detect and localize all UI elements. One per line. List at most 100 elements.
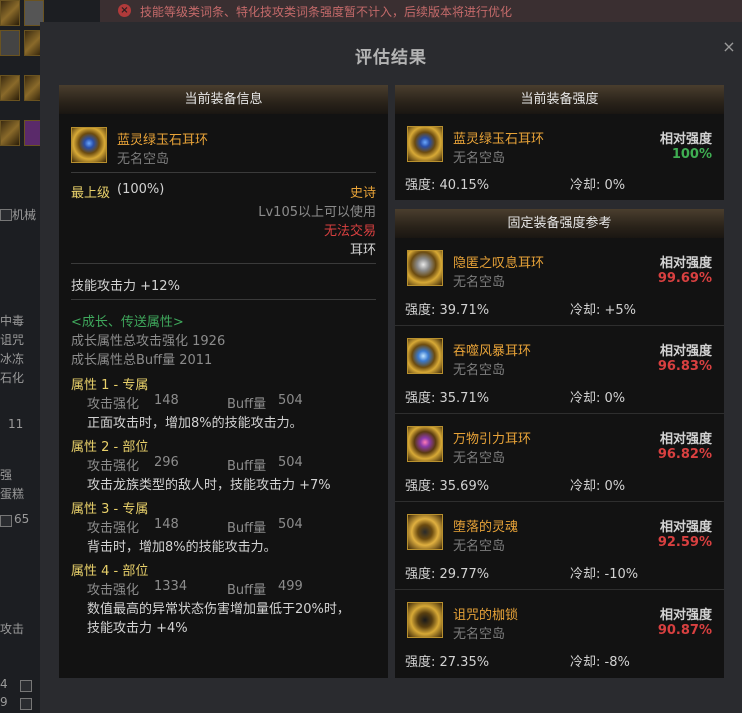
item-name: 隐匿之叹息耳环 xyxy=(453,256,545,271)
strength-value: 强度: 40.15% xyxy=(405,178,490,193)
item-source: 无名空岛 xyxy=(453,275,506,290)
grade-percent: (100%) xyxy=(117,182,165,197)
item-name: 吞噬风暴耳环 xyxy=(453,344,532,359)
relative-label: 相对强度 xyxy=(659,608,712,623)
evaluation-dialog: 评估结果 × 当前装备信息 蓝灵绿玉石耳环 无名空岛 最上级 (100%) 史诗… xyxy=(40,22,742,713)
filter-checkbox[interactable] xyxy=(0,209,12,221)
sigh-earring-icon xyxy=(407,250,443,286)
equip-slot-icon xyxy=(0,30,20,56)
reference-item: 隐匿之叹息耳环 无名空岛 相对强度 99.69% 强度: 39.71% 冷却: … xyxy=(395,238,724,326)
cooldown-value: 冷却: +5% xyxy=(570,303,637,318)
filter-checkbox[interactable] xyxy=(0,515,12,527)
grade-label: 最上级 xyxy=(71,186,111,201)
item-name: 蓝灵绿玉石耳环 xyxy=(117,133,209,148)
bg-label: 中毒 xyxy=(0,314,25,328)
equip-slot-icon xyxy=(0,75,20,101)
attribute-desc: 技能攻击力 +4% xyxy=(87,621,188,636)
current-strength-panel: 当前装备强度 蓝灵绿玉石耳环 无名空岛 相对强度 100% 强度: 40.15%… xyxy=(395,85,724,200)
item-source: 无名空岛 xyxy=(453,539,506,554)
attribute-atk-label: 攻击强化 xyxy=(87,521,140,536)
panel-header: 当前装备信息 xyxy=(59,85,388,114)
filter-checkbox[interactable] xyxy=(20,698,32,710)
growth-title: <成长、传送属性> xyxy=(71,315,184,330)
reference-panel: 固定装备强度参考 隐匿之叹息耳环 无名空岛 相对强度 99.69% 强度: 39… xyxy=(395,209,724,678)
cooldown-value: 冷却: 0% xyxy=(570,178,626,193)
relative-label: 相对强度 xyxy=(659,344,712,359)
relative-value: 92.59% xyxy=(657,535,712,550)
item-name: 堕落的灵魂 xyxy=(453,520,519,535)
bg-label: 9 xyxy=(0,695,8,709)
item-source: 无名空岛 xyxy=(453,151,506,166)
growth-attack: 成长属性总攻击强化 1926 xyxy=(71,334,226,349)
item-name: 蓝灵绿玉石耳环 xyxy=(453,132,545,147)
item-source: 无名空岛 xyxy=(453,451,506,466)
attribute-title: 属性 2 - 部位 xyxy=(71,440,149,455)
attribute-buff-label: Buff量 xyxy=(227,583,267,598)
cooldown-value: 冷却: -8% xyxy=(570,655,630,670)
attribute-atk-value: 148 xyxy=(154,393,179,408)
attribute-title: 属性 1 - 专属 xyxy=(71,378,149,393)
relative-value: 96.82% xyxy=(657,447,712,462)
reference-item: 万物引力耳环 无名空岛 相对强度 96.82% 强度: 35.69% 冷却: 0… xyxy=(395,414,724,502)
fallen-soul-icon xyxy=(407,514,443,550)
bg-label: 65 xyxy=(14,512,30,526)
attribute-buff-label: Buff量 xyxy=(227,459,267,474)
cursed-shackle-icon xyxy=(407,602,443,638)
earring-icon xyxy=(71,127,107,163)
attribute-title: 属性 4 - 部位 xyxy=(71,564,149,579)
error-icon: × xyxy=(118,4,131,17)
attribute-buff-value: 504 xyxy=(278,455,303,470)
earring-icon xyxy=(407,126,443,162)
bg-label: 机械 xyxy=(12,208,37,222)
reference-item: 吞噬风暴耳环 无名空岛 相对强度 96.83% 强度: 35.71% 冷却: 0… xyxy=(395,326,724,414)
slot-type: 耳环 xyxy=(349,243,376,258)
close-icon[interactable]: × xyxy=(722,39,736,55)
reference-item: 堕落的灵魂 无名空岛 相对强度 92.59% 强度: 29.77% 冷却: -1… xyxy=(395,502,724,590)
filter-checkbox[interactable] xyxy=(20,680,32,692)
attribute-desc: 正面攻击时，增加8%的技能攻击力。 xyxy=(87,416,303,431)
bg-label: 4 xyxy=(0,677,8,691)
bg-label: 冰冻 xyxy=(0,352,25,366)
level-requirement: Lv105以上可以使用 xyxy=(258,205,376,220)
cooldown-value: 冷却: -10% xyxy=(570,567,639,582)
relative-label: 相对强度 xyxy=(659,256,712,271)
attribute-buff-label: Buff量 xyxy=(227,521,267,536)
attribute-buff-value: 499 xyxy=(278,579,303,594)
attribute-desc: 攻击龙族类型的敌人时，技能攻击力 +7% xyxy=(87,478,331,493)
attribute-desc: 背击时，增加8%的技能攻击力。 xyxy=(87,540,277,555)
attribute-atk-value: 148 xyxy=(154,517,179,532)
relative-label: 相对强度 xyxy=(659,132,712,147)
relative-value: 99.69% xyxy=(657,271,712,286)
strength-value: 强度: 27.35% xyxy=(405,655,490,670)
attribute-desc: 数值最高的异常状态伤害增加量低于20%时， xyxy=(87,602,350,617)
panel-header: 固定装备强度参考 xyxy=(395,209,724,238)
bg-label: 11 xyxy=(8,417,24,431)
reference-item: 诅咒的枷锁 无名空岛 相对强度 90.87% 强度: 27.35% 冷却: -8… xyxy=(395,590,724,678)
strength-value: 强度: 35.71% xyxy=(405,391,490,406)
divider xyxy=(71,172,376,173)
attribute-buff-label: Buff量 xyxy=(227,397,267,412)
notice-text: 技能等级类词条、特化技攻类词条强度暂不计入，后续版本将进行优化 xyxy=(140,5,513,19)
attribute-buff-value: 504 xyxy=(278,517,303,532)
rarity-label: 史诗 xyxy=(349,186,376,201)
bg-label: 诅咒 xyxy=(0,333,25,347)
item-name: 诅咒的枷锁 xyxy=(453,608,519,623)
dialog-title: 评估结果 xyxy=(355,48,427,68)
storm-earring-icon xyxy=(407,338,443,374)
notice-bar: × 技能等级类词条、特化技攻类词条强度暂不计入，后续版本将进行优化 xyxy=(100,0,742,22)
attribute-atk-label: 攻击强化 xyxy=(87,397,140,412)
item-source: 无名空岛 xyxy=(117,152,170,167)
attribute-title: 属性 3 - 专属 xyxy=(71,502,149,517)
current-info-panel: 当前装备信息 蓝灵绿玉石耳环 无名空岛 最上级 (100%) 史诗 Lv105以… xyxy=(59,85,388,678)
cooldown-value: 冷却: 0% xyxy=(570,391,626,406)
strength-value: 强度: 35.69% xyxy=(405,479,490,494)
equip-slot-icon xyxy=(0,0,20,26)
relative-label: 相对强度 xyxy=(659,432,712,447)
base-stat: 技能攻击力 +12% xyxy=(71,279,180,294)
equip-slot-icon xyxy=(0,120,20,146)
relative-value: 100% xyxy=(671,147,712,162)
bg-label: 攻击 xyxy=(0,622,25,636)
gravity-earring-icon xyxy=(407,426,443,462)
attribute-atk-value: 1334 xyxy=(154,579,188,594)
strength-value: 强度: 29.77% xyxy=(405,567,490,582)
